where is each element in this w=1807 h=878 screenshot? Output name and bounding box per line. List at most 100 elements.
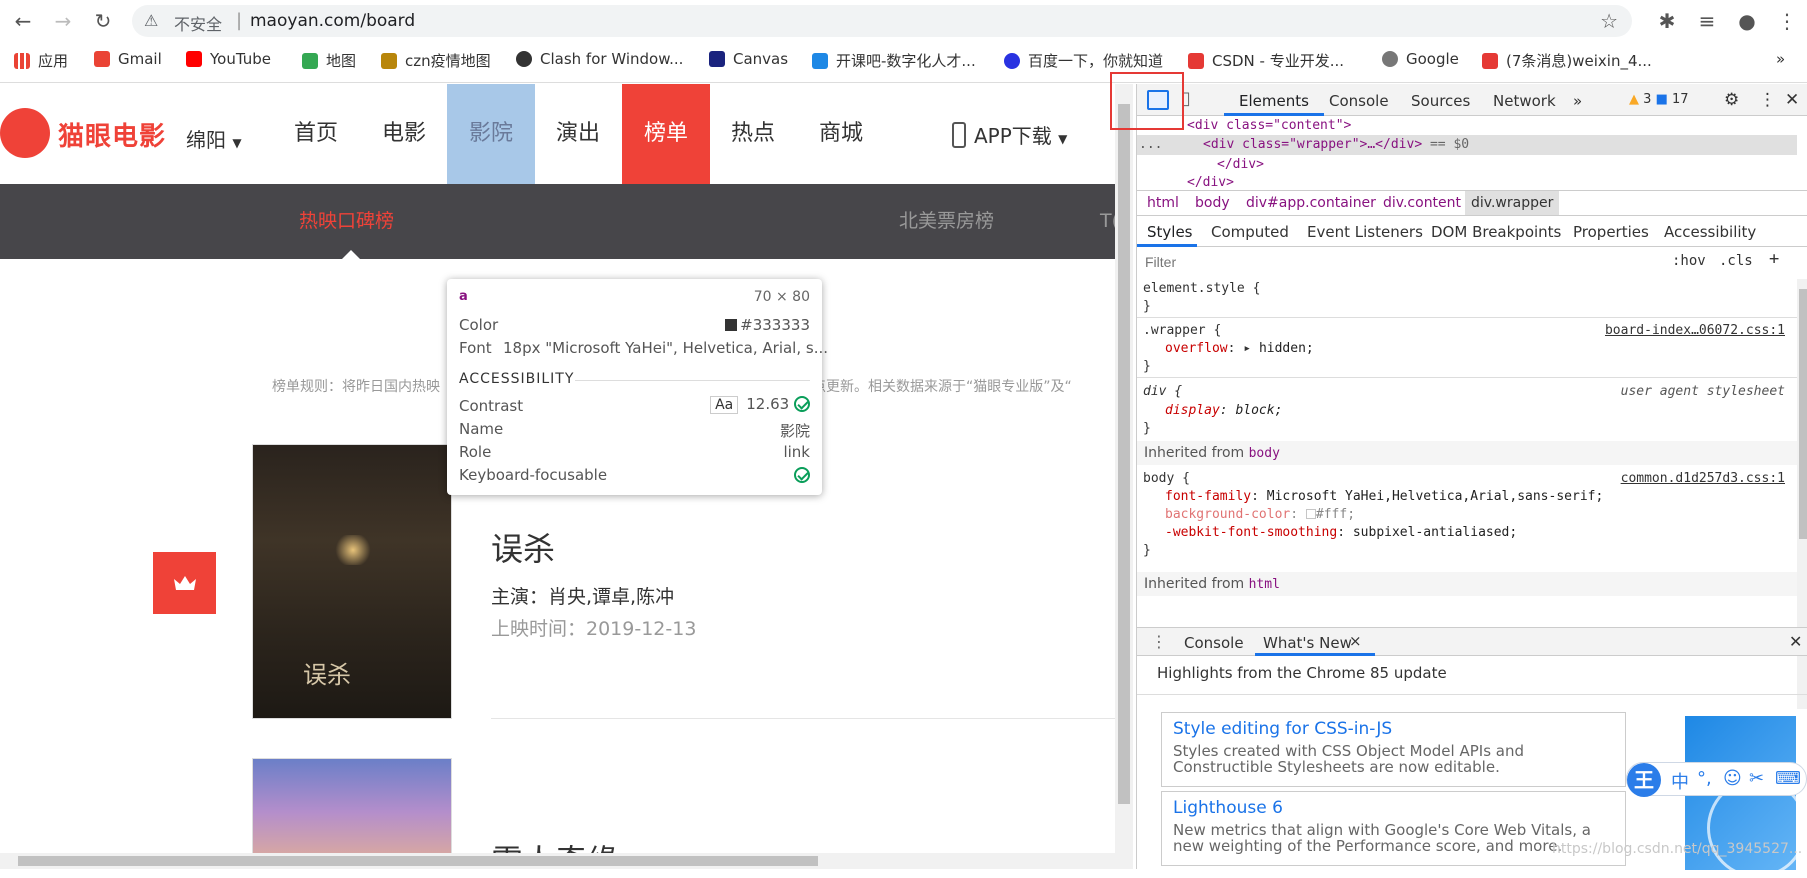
tab-elements[interactable]: Elements xyxy=(1239,92,1309,110)
ime-mode[interactable]: 中 xyxy=(1671,768,1689,794)
crumb-wrapper[interactable]: div.wrapper xyxy=(1465,191,1560,215)
close-tab-icon[interactable]: × xyxy=(1349,632,1362,650)
crumb-content[interactable]: div.content xyxy=(1383,195,1461,211)
crumb-body[interactable]: body xyxy=(1195,195,1230,211)
ime-logo[interactable]: 王 xyxy=(1627,763,1661,797)
back-icon[interactable]: ← xyxy=(8,6,38,36)
card-title[interactable]: Style editing for CSS-in-JS xyxy=(1173,719,1614,739)
css-declaration[interactable]: -webkit-font-smoothing: subpixel-antiali… xyxy=(1165,525,1517,540)
scroll-thumb[interactable] xyxy=(18,856,818,866)
tab-properties[interactable]: Properties xyxy=(1573,223,1649,241)
site-logo-text[interactable]: 猫眼电影 xyxy=(58,116,166,153)
city-selector[interactable]: 绵阳 ▼ xyxy=(186,124,242,153)
tab-sources[interactable]: Sources xyxy=(1411,92,1470,110)
css-declaration[interactable]: overflow: ▸ hidden; xyxy=(1165,341,1314,356)
bookmark-youtube[interactable]: YouTube xyxy=(186,50,271,68)
dom-line[interactable]: </div> xyxy=(1187,175,1234,190)
reading-list-icon[interactable]: ≡ xyxy=(1695,9,1719,33)
bookmarks-overflow[interactable]: » xyxy=(1776,50,1785,68)
bookmark-czn[interactable]: czn疫情地图 xyxy=(381,50,491,71)
crumb-html[interactable]: html xyxy=(1147,195,1179,211)
css-declaration[interactable]: font-family: Microsoft YaHei,Helvetica,A… xyxy=(1165,489,1603,504)
nav-board[interactable]: 榜单 xyxy=(622,84,710,184)
page-vertical-scrollbar[interactable] xyxy=(1115,84,1133,853)
body-selector[interactable]: body { xyxy=(1143,471,1190,486)
crumb-app[interactable]: div#app.container xyxy=(1246,195,1376,211)
drawer-tab-console[interactable]: Console xyxy=(1184,634,1244,652)
bookmark-csdn[interactable]: CSDN - 专业开发... xyxy=(1188,50,1344,71)
nav-home[interactable]: 首页 xyxy=(272,84,360,184)
bookmark-gmail[interactable]: Gmail xyxy=(94,50,162,68)
hov-toggle[interactable]: :hov xyxy=(1672,253,1706,269)
address-bar[interactable]: ⚠ 不安全 | maoyan.com/board ☆ xyxy=(132,5,1632,37)
subnav-hot-reputation[interactable]: 热映口碑榜 xyxy=(299,184,394,259)
cls-toggle[interactable]: .cls xyxy=(1719,253,1753,269)
bookmark-maps[interactable]: 地图 xyxy=(302,50,356,71)
element-style-selector[interactable]: element.style { xyxy=(1143,281,1260,296)
page-horizontal-scrollbar[interactable] xyxy=(0,853,1133,869)
nav-cinemas[interactable]: 影院 xyxy=(447,84,535,184)
nav-hot[interactable]: 热点 xyxy=(709,84,797,184)
scroll-thumb[interactable] xyxy=(1118,104,1130,804)
wrapper-selector[interactable]: .wrapper { xyxy=(1143,323,1221,338)
emoji-icon[interactable]: ☺ xyxy=(1723,768,1742,789)
div-selector[interactable]: div { xyxy=(1143,384,1182,399)
app-download-menu[interactable]: APP下载 ▼ xyxy=(952,120,1067,149)
drawer-menu-icon[interactable]: ⋮ xyxy=(1151,632,1167,651)
bookmark-kaikeba[interactable]: 开课吧-数字化人才... xyxy=(812,50,976,71)
inherited-tag[interactable]: body xyxy=(1249,446,1280,461)
close-devtools-icon[interactable]: ✕ xyxy=(1785,90,1799,110)
wrapper-source-link[interactable]: board-index…06072.css:1 xyxy=(1605,323,1785,338)
subnav-na-boxoffice[interactable]: 北美票房榜 xyxy=(899,184,994,259)
scroll-thumb[interactable] xyxy=(1799,289,1807,539)
profile-icon[interactable]: ● xyxy=(1735,9,1759,33)
tab-styles[interactable]: Styles xyxy=(1147,223,1193,241)
maoyan-logo-icon[interactable] xyxy=(0,108,50,158)
whats-new-card[interactable]: Style editing for CSS-in-JS Styles creat… xyxy=(1161,712,1626,787)
css-declaration-inactive[interactable]: background-color: #fff; xyxy=(1165,507,1355,522)
warning-icon[interactable]: ⚠ xyxy=(144,11,158,30)
scissors-icon[interactable]: ✂ xyxy=(1749,768,1764,789)
bookmark-apps[interactable]: 应用 xyxy=(14,50,68,71)
dom-line[interactable]: </div> xyxy=(1217,157,1264,172)
settings-gear-icon[interactable]: ⚙ xyxy=(1724,90,1739,110)
bookmark-star-icon[interactable]: ☆ xyxy=(1600,9,1618,33)
movie-title[interactable]: 误杀 xyxy=(491,524,555,570)
subnav-top[interactable]: T( xyxy=(1100,184,1115,259)
styles-filter-input[interactable] xyxy=(1141,251,1661,273)
nav-movies[interactable]: 电影 xyxy=(360,84,448,184)
inherited-tag[interactable]: html xyxy=(1249,577,1280,592)
card-title[interactable]: Lighthouse 6 xyxy=(1173,798,1614,818)
tab-event-listeners[interactable]: Event Listeners xyxy=(1307,223,1423,241)
bookmark-csdn-weixin[interactable]: (7条消息)weixin_4... xyxy=(1482,50,1652,71)
reload-icon[interactable]: ↻ xyxy=(88,6,118,36)
extensions-icon[interactable]: ✱ xyxy=(1655,9,1679,33)
more-tabs[interactable]: » xyxy=(1573,92,1582,110)
keyboard-icon[interactable]: ⌨ xyxy=(1775,768,1801,789)
warnings-counter[interactable]: ▲ 3 ■ 17 xyxy=(1629,92,1689,107)
kebab-menu-icon[interactable]: ⋮ xyxy=(1759,90,1776,110)
close-drawer-icon[interactable]: ✕ xyxy=(1789,632,1802,651)
drawer-tab-whats-new[interactable]: What's New xyxy=(1263,634,1352,652)
dom-selected-line[interactable]: <div class="wrapper">…</div> == $0 xyxy=(1203,137,1469,152)
forward-icon[interactable]: → xyxy=(48,6,78,36)
punctuation-icon[interactable]: °, xyxy=(1697,768,1712,789)
bookmark-clash[interactable]: Clash for Window... xyxy=(516,50,683,68)
tab-accessibility[interactable]: Accessibility xyxy=(1664,223,1756,241)
tab-computed[interactable]: Computed xyxy=(1211,223,1289,241)
ime-toolbar[interactable]: 王 中 °, ☺ ✂ ⌨ xyxy=(1626,762,1807,797)
nav-shows[interactable]: 演出 xyxy=(534,84,622,184)
bookmark-google[interactable]: Google xyxy=(1382,50,1459,68)
movie-poster[interactable]: 误杀 xyxy=(252,444,452,719)
body-source-link[interactable]: common.d1d257d3.css:1 xyxy=(1621,471,1785,486)
dom-dots[interactable]: ... xyxy=(1139,137,1162,152)
new-rule-button[interactable]: + xyxy=(1769,249,1779,269)
bookmark-canvas[interactable]: Canvas xyxy=(709,50,788,68)
url-text[interactable]: maoyan.com/board xyxy=(250,11,415,31)
bookmark-baidu[interactable]: 百度一下，你就知道 xyxy=(1004,50,1163,71)
tab-dom-breakpoints[interactable]: DOM Breakpoints xyxy=(1431,223,1561,241)
color-swatch[interactable] xyxy=(1305,509,1316,519)
tab-network[interactable]: Network xyxy=(1493,92,1556,110)
nav-mall[interactable]: 商城 xyxy=(797,84,885,184)
dom-line[interactable]: <div class="content"> xyxy=(1187,118,1351,133)
